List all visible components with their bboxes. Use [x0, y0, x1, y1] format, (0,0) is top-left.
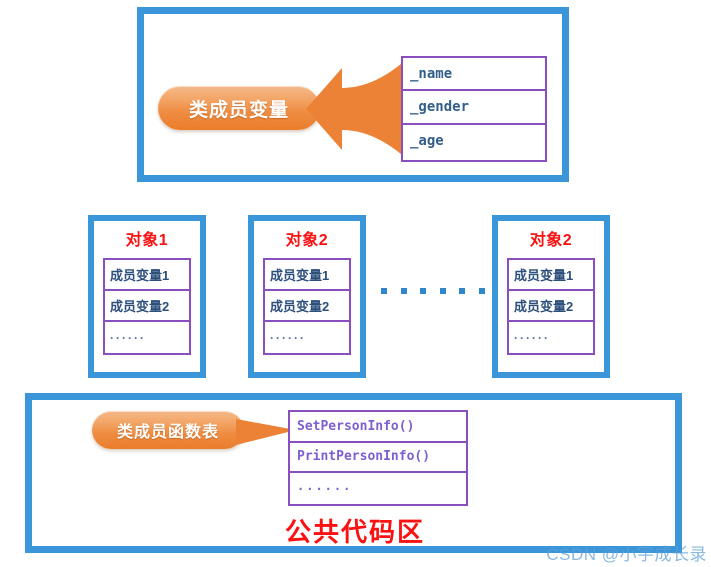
table-row: SetPersonInfo() [290, 412, 466, 443]
table-row: PrintPersonInfo() [290, 443, 466, 474]
object-box-3-title: 对象2 [529, 232, 573, 249]
object-1-member-2: ······ [110, 330, 146, 345]
function-table-pointer-icon [236, 417, 296, 447]
object-box-1-member-table: 成员变量1 成员变量2 ······ [103, 258, 191, 355]
object-box-3: 对象2 成员变量1 成员变量2 ······ [492, 215, 610, 378]
object-1-member-0: 成员变量1 [110, 268, 170, 283]
ellipsis-dot [478, 288, 485, 294]
ellipsis-dot [381, 288, 387, 294]
member-function-0: SetPersonInfo() [297, 418, 415, 434]
object-box-3-member-table: 成员变量1 成员变量2 ······ [507, 258, 595, 355]
object-box-2-title: 对象2 [285, 232, 329, 249]
member-variable-name-2: _age [410, 133, 444, 150]
table-row: 成员变量1 [105, 260, 189, 291]
ellipsis-dot [400, 288, 407, 294]
table-row: ······ [265, 322, 349, 353]
class-member-function-table-pill-label: 类成员函数表 [116, 424, 219, 441]
member-function-2: ······ [297, 481, 353, 496]
table-row: _gender [403, 91, 545, 125]
table-row: _name [403, 58, 545, 92]
ellipsis-dot [459, 288, 466, 294]
member-function-table: SetPersonInfo() PrintPersonInfo() ······ [288, 410, 468, 506]
table-row: 成员变量2 [265, 291, 349, 322]
object-3-member-1: 成员变量2 [514, 299, 574, 314]
class-member-variable-pill: 类成员变量 [158, 86, 320, 130]
object-box-1-title: 对象1 [125, 232, 169, 249]
object-box-1: 对象1 成员变量1 成员变量2 ······ [88, 215, 206, 378]
watermark: CSDN @小宇成长录 [546, 545, 707, 564]
class-member-variable-pill-label: 类成员变量 [188, 99, 289, 121]
table-row: ······ [509, 322, 593, 353]
table-row: ······ [290, 473, 466, 504]
table-row: _age [403, 125, 545, 158]
member-variable-arrow-icon [306, 54, 410, 164]
object-1-member-1: 成员变量2 [110, 299, 170, 314]
public-code-area-label: 公共代码区 [284, 517, 425, 547]
object-box-2: 对象2 成员变量1 成员变量2 ······ [248, 215, 366, 378]
member-function-1: PrintPersonInfo() [297, 449, 431, 465]
object-3-member-0: 成员变量1 [514, 268, 574, 283]
class-member-function-table-pill: 类成员函数表 [92, 411, 244, 449]
table-row: 成员变量1 [265, 260, 349, 291]
member-variable-name-0: _name [410, 65, 453, 82]
ellipsis-dot [439, 288, 446, 294]
object-2-member-0: 成员变量1 [270, 268, 330, 283]
ellipsis-dot [420, 288, 427, 294]
object-ellipsis-dots-icon [381, 286, 485, 296]
member-variable-table: _name _gender _age [401, 56, 547, 162]
object-box-2-member-table: 成员变量1 成员变量2 ······ [263, 258, 351, 355]
table-row: 成员变量2 [105, 291, 189, 322]
object-2-member-1: 成员变量2 [270, 299, 330, 314]
object-2-member-2: ······ [270, 330, 306, 345]
table-row: ······ [105, 322, 189, 353]
member-variable-name-1: _gender [410, 98, 470, 115]
object-3-member-2: ······ [514, 330, 550, 345]
table-row: 成员变量1 [509, 260, 593, 291]
table-row: 成员变量2 [509, 291, 593, 322]
